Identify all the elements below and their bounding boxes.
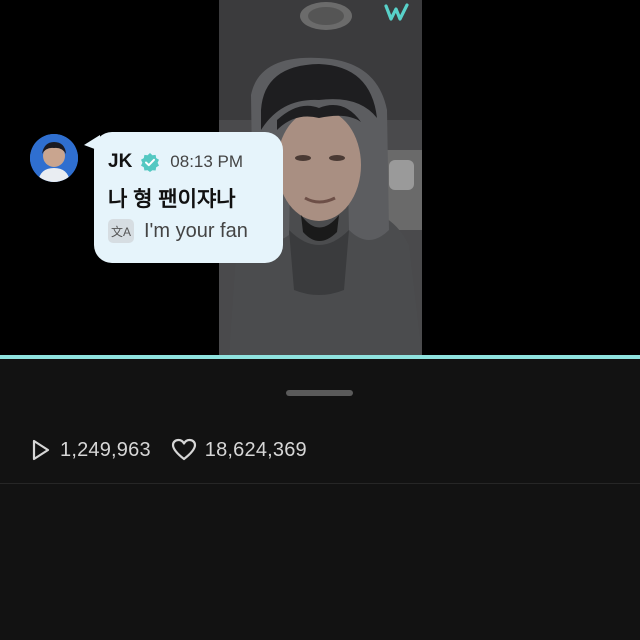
view-count-value: 1,249,963 [60,438,151,461]
translate-icon[interactable]: 文A [108,219,134,243]
comment-header: JK 08:13 PM [108,151,243,173]
info-panel: 1,249,963 18,624,369 [0,359,640,640]
stats-row: 1,249,963 18,624,369 [30,437,327,463]
translation-text: I'm your fan [144,219,248,242]
like-count-value: 18,624,369 [204,438,307,461]
comment-author[interactable]: JK [108,151,132,173]
weverse-logo-icon [384,3,409,21]
divider [0,483,640,484]
comment-text: 나 형 팬이쟈나 [108,188,236,211]
comment-bubble[interactable]: JK 08:13 PM 나 형 팬이쟈나 文A I'm your fan [94,132,283,263]
verified-badge-icon [141,153,160,172]
play-icon [32,439,50,461]
heart-icon[interactable] [171,438,197,462]
avatar[interactable] [30,134,78,182]
translation-row[interactable]: 文A I'm your fan [108,219,248,243]
comment-timestamp: 08:13 PM [170,152,244,171]
avatar-image [30,134,78,182]
like-count[interactable]: 18,624,369 [171,438,307,462]
view-count: 1,249,963 [30,438,151,462]
drag-handle[interactable] [286,390,353,396]
